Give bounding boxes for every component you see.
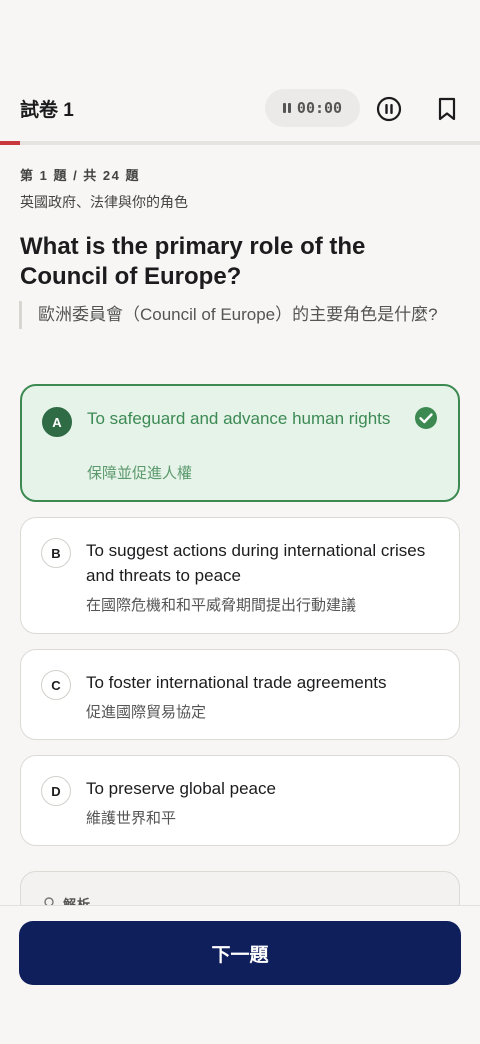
timer-chip[interactable]: 00:00 <box>265 89 360 127</box>
check-circle-icon <box>415 407 437 429</box>
question-category: 英國政府、法律與你的角色 <box>20 194 188 210</box>
option-c[interactable]: C To foster international trade agreemen… <box>20 649 460 740</box>
option-letter: C <box>41 670 71 700</box>
option-letter: B <box>41 538 71 568</box>
option-text-zh: 促進國際貿易協定 <box>86 704 207 721</box>
pause-button[interactable] <box>374 94 404 124</box>
option-text-zh: 維護世界和平 <box>86 810 177 827</box>
option-text-en: To safeguard and advance human rights <box>87 409 391 428</box>
progress-bar <box>0 141 480 145</box>
option-letter: A <box>42 407 72 437</box>
option-text-zh: 保障並促進人權 <box>87 465 193 482</box>
bookmark-icon <box>438 97 456 121</box>
option-text-en: To suggest actions during international … <box>86 541 426 585</box>
timer-text: 00:00 <box>296 99 343 117</box>
bookmark-button[interactable] <box>432 94 462 124</box>
question-count: 第 1 題 / 共 24 題 <box>20 168 140 183</box>
next-question-button[interactable]: 下一題 <box>19 921 461 985</box>
quiz-page: 試卷 1 00:00 第 1 題 / 共 24 題 英國政府、法律與你的角色 W… <box>0 0 480 1044</box>
option-text-zh: 在國際危機和和平威脅期間提出行動建議 <box>86 597 357 614</box>
option-d[interactable]: D To preserve global peace 維護世界和平 <box>20 755 460 846</box>
option-letter: D <box>41 776 71 806</box>
pause-circle-icon <box>376 96 402 122</box>
progress-fill <box>0 141 21 145</box>
option-text-en: To foster international trade agreements <box>86 673 387 692</box>
question-text-zh: 歐洲委員會（Council of Europe）的主要角色是什麼? <box>19 301 460 329</box>
option-a[interactable]: A To safeguard and advance human rights … <box>20 384 460 502</box>
exam-title: 試卷 1 <box>20 99 74 121</box>
timer-pause-icon <box>282 103 291 113</box>
option-b[interactable]: B To suggest actions during internationa… <box>20 517 460 634</box>
option-text-en: To preserve global peace <box>86 779 276 798</box>
question-text-en: What is the primary role of the Council … <box>20 233 366 290</box>
bottom-bar: 下一題 <box>0 905 480 1044</box>
header: 試卷 1 00:00 <box>0 84 480 132</box>
